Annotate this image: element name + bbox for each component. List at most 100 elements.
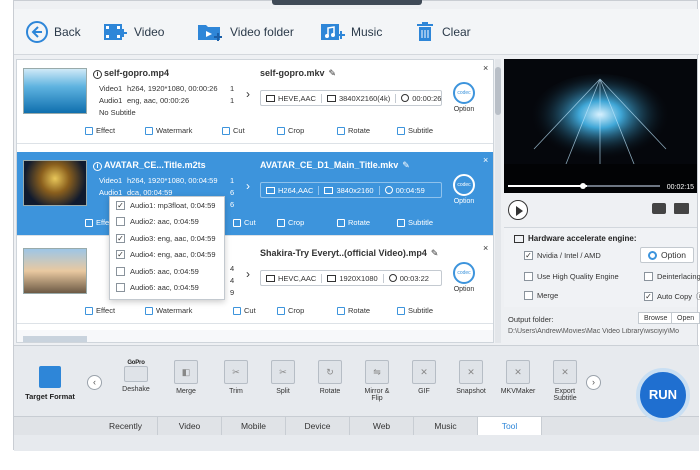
browse-button[interactable]: Browse (638, 312, 674, 324)
cut-button[interactable]: Cut (222, 126, 245, 135)
audio-option[interactable]: ✓ Audio1: mp3float, 0:04:59 (110, 197, 224, 214)
subtitle-button[interactable]: Subtitle (397, 306, 433, 315)
codec-option-button[interactable]: codec Option (449, 82, 479, 113)
output-file-name[interactable]: self-gopro.mkv ✎ (260, 68, 336, 79)
file-item-partial[interactable] (17, 330, 493, 342)
checkbox-checked[interactable]: ✓ (116, 250, 125, 260)
tab-music[interactable]: Music (414, 417, 478, 435)
output-settings-box[interactable]: HEVC,AAC 1920X1080 00:03:22 (260, 270, 442, 286)
checkbox-unchecked[interactable] (644, 272, 653, 281)
tab-video[interactable]: Video (158, 417, 222, 435)
checkbox-unchecked[interactable] (524, 291, 533, 300)
crop-button[interactable]: Crop (277, 306, 304, 315)
deinterlacing-checkbox[interactable]: Deinterlacing (644, 272, 700, 281)
tools-next-button[interactable]: › (586, 375, 601, 390)
open-folder-icon[interactable] (674, 203, 689, 214)
hardware-option-button[interactable]: Option (640, 247, 694, 263)
crop-button[interactable]: Crop (277, 218, 304, 227)
file-item[interactable]: i self-gopro.mp4 Video1 h264, 1920*1080, 0… (17, 60, 493, 144)
rotate-button[interactable]: Rotate (337, 218, 370, 227)
output-settings-box[interactable]: H264,AAC 3840x2160 00:04:59 (260, 182, 442, 198)
output-folder-path[interactable]: D:\Users\Andrew\Movies\Mac Video Library… (508, 328, 696, 335)
cut-button[interactable]: Cut (233, 306, 256, 315)
audio-track-info[interactable]: Audio1 eng, aac, 00:00:26 (99, 96, 189, 105)
merge-checkbox[interactable]: Merge (524, 291, 558, 300)
info-icon[interactable]: i (93, 162, 102, 171)
checkbox-checked[interactable]: ✓ (644, 292, 653, 301)
checkbox-unchecked[interactable] (116, 283, 125, 293)
tool-snapshot[interactable]: ✕ Snapshot (449, 360, 493, 395)
checkbox-unchecked[interactable] (116, 217, 125, 227)
output-settings-box[interactable]: HEVE,AAC 3840X2160(4k) 00:00:26 (260, 90, 442, 106)
seek-handle[interactable] (580, 183, 586, 189)
subtitle-track-info[interactable]: No Subtitle (99, 108, 136, 117)
edit-pencil-icon[interactable]: ✎ (431, 248, 439, 259)
tool-trim[interactable]: ✂ Trim (214, 360, 258, 395)
effect-button[interactable]: Effect (85, 306, 115, 315)
audio-option[interactable]: ✓ Audio4: eng, aac, 0:04:59 (110, 247, 224, 264)
tool-mkvmaker[interactable]: ✕ MKVMaker (496, 360, 540, 395)
file-item-selected[interactable]: i AVATAR_CE...Title.m2ts Video1 h264, 1920… (17, 152, 493, 236)
remove-item-button[interactable]: × (483, 63, 488, 73)
watermark-button[interactable]: Watermark (145, 126, 192, 135)
effect-button[interactable]: Effect (85, 126, 115, 135)
tool-merge[interactable]: ◧ Merge (164, 360, 208, 395)
watermark-button[interactable]: Watermark (145, 306, 192, 315)
tool-rotate[interactable]: ↻ Rotate (308, 360, 352, 395)
run-button[interactable]: RUN (636, 368, 690, 422)
audio-option[interactable]: Audio6: aac, 0:04:59 (110, 280, 224, 297)
codec-option-button[interactable]: codec Option (449, 174, 479, 205)
checkbox-checked[interactable]: ✓ (116, 200, 125, 210)
auto-copy-checkbox[interactable]: ✓ Auto Copy ⓘ (644, 291, 700, 302)
tab-device[interactable]: Device (286, 417, 350, 435)
play-button[interactable] (508, 200, 528, 220)
add-video-folder-button[interactable]: Video folder (196, 21, 294, 43)
info-icon[interactable]: i (93, 70, 102, 79)
remove-item-button[interactable]: × (483, 155, 488, 165)
output-file-name[interactable]: AVATAR_CE_D1_Main_Title.mkv ✎ (260, 160, 410, 171)
tab-tool[interactable]: Tool (478, 417, 542, 435)
subtitle-button[interactable]: Subtitle (397, 126, 433, 135)
audio-option[interactable]: ✓ Audio3: eng, aac, 0:04:59 (110, 230, 224, 247)
tool-deshake[interactable]: GoPro Deshake (114, 360, 158, 393)
checkbox-checked[interactable]: ✓ (116, 233, 125, 243)
back-button[interactable]: Back (26, 21, 81, 43)
help-icon[interactable]: ⓘ (696, 291, 700, 302)
tools-prev-button[interactable]: ‹ (87, 375, 102, 390)
tab-mobile[interactable]: Mobile (222, 417, 286, 435)
edit-pencil-icon[interactable]: ✎ (402, 160, 410, 171)
add-video-button[interactable]: Video (102, 21, 164, 43)
tool-export-subtitle[interactable]: ✕ Export Subtitle (543, 360, 587, 402)
subtitle-button[interactable]: Subtitle (397, 218, 433, 227)
tab-web[interactable]: Web (350, 417, 414, 435)
tool-split[interactable]: ✂ Split (261, 360, 305, 395)
edit-pencil-icon[interactable]: ✎ (329, 68, 337, 79)
rotate-button[interactable]: Rotate (337, 306, 370, 315)
codec-option-button[interactable]: codec Option (449, 262, 479, 293)
cut-button[interactable]: Cut (233, 218, 256, 227)
audio-option[interactable]: Audio2: aac, 0:04:59 (110, 214, 224, 231)
crop-button[interactable]: Crop (277, 126, 304, 135)
add-music-button[interactable]: Music (319, 21, 382, 43)
tab-recently[interactable]: Recently (94, 417, 158, 435)
file-item[interactable]: 4 4 9 › Shakira-Try Everyt..(official Vi… (17, 240, 493, 324)
snapshot-camera-icon[interactable] (652, 203, 666, 214)
nvidia-checkbox[interactable]: ✓ Nvidia / Intel / AMD (524, 251, 601, 260)
remove-item-button[interactable]: × (483, 243, 488, 253)
target-format-button[interactable]: Target Format (20, 366, 80, 401)
high-quality-checkbox[interactable]: Use High Quality Engine (524, 272, 619, 281)
tool-gif[interactable]: ✕ GIF (402, 360, 446, 395)
video-preview[interactable]: 00:02:15 (504, 59, 697, 193)
checkbox-checked[interactable]: ✓ (524, 251, 533, 260)
scrollbar-thumb[interactable] (495, 67, 501, 115)
open-button[interactable]: Open (671, 312, 700, 324)
audio-option[interactable]: Audio5: aac, 0:04:59 (110, 263, 224, 280)
checkbox-unchecked[interactable] (116, 266, 125, 276)
tool-mirror-flip[interactable]: ⇋ Mirror & Flip (355, 360, 399, 402)
file-list-scrollbar[interactable] (495, 59, 501, 343)
rotate-button[interactable]: Rotate (337, 126, 370, 135)
clear-button[interactable]: Clear (414, 21, 471, 43)
audio-track-count: 6 (230, 188, 235, 197)
checkbox-unchecked[interactable] (524, 272, 533, 281)
output-file-name[interactable]: Shakira-Try Everyt..(official Video).mp4… (260, 248, 438, 259)
